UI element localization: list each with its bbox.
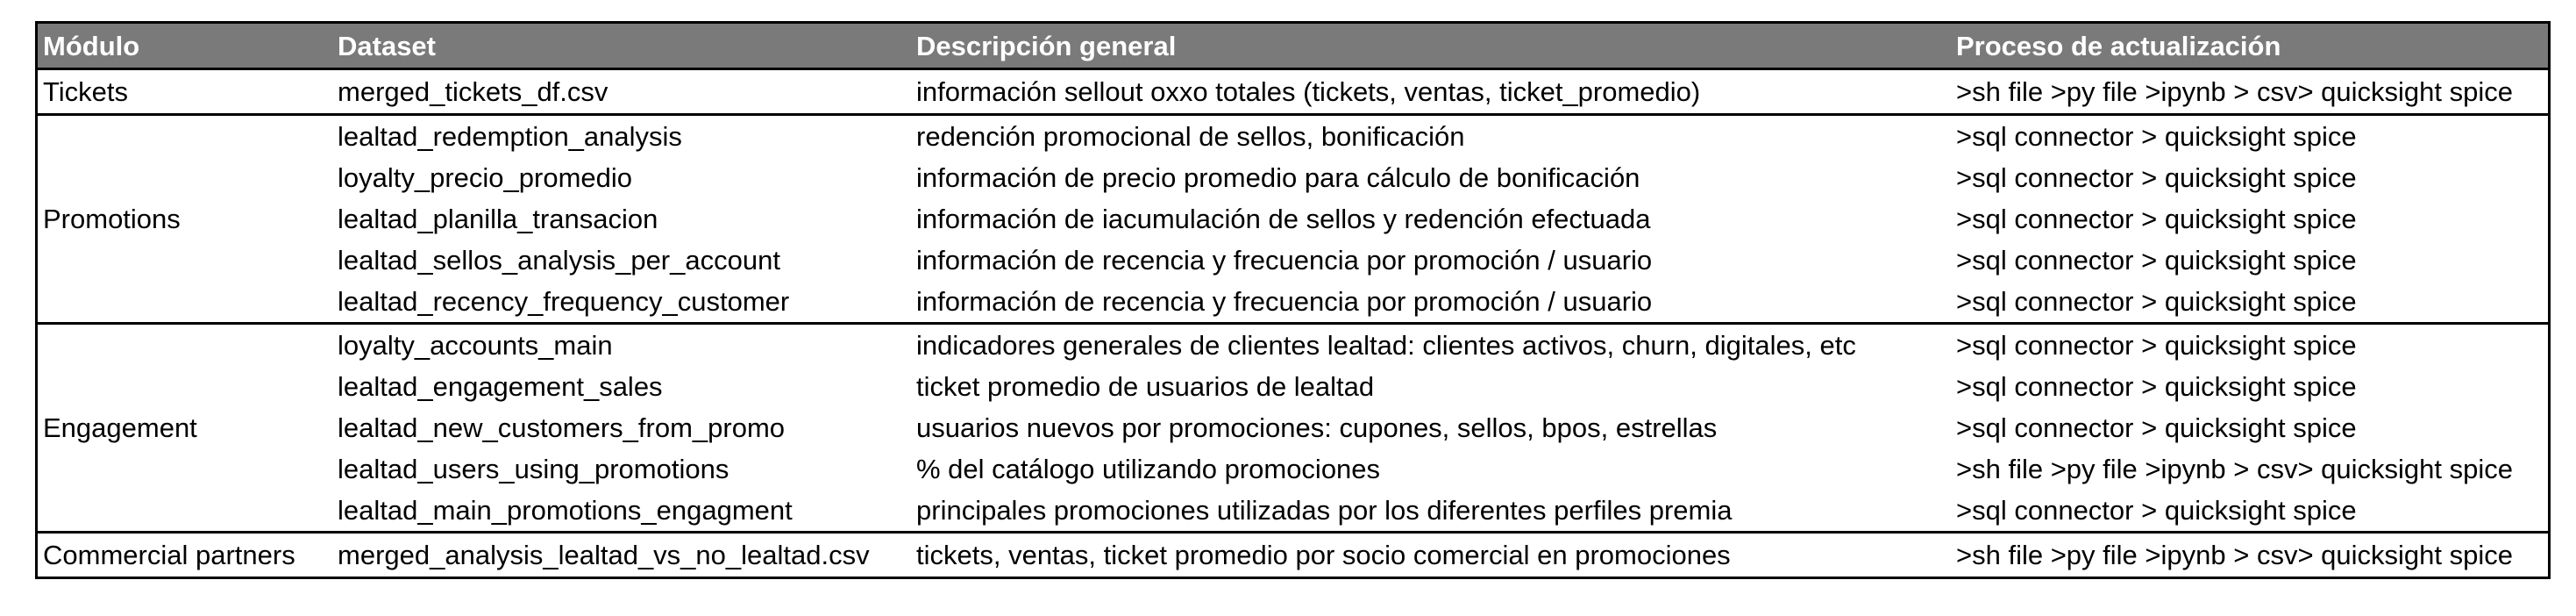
dataset-cell: lealtad_engagement_sales <box>338 371 663 402</box>
proceso-cell: >sql connector > quicksight spice <box>1956 495 2357 526</box>
dataset-cell: lealtad_recency_frequency_customer <box>338 286 790 317</box>
descripcion-cell: información de recencia y frecuencia por… <box>916 286 1653 317</box>
descripcion-cell: información de recencia y frecuencia por… <box>916 245 1653 276</box>
dataset-cell: lealtad_users_using_promotions <box>338 454 729 484</box>
table-row: lealtad_recency_frequency_customer infor… <box>332 281 2548 322</box>
dataset-cell: lealtad_redemption_analysis <box>338 121 682 152</box>
table-row: lealtad_main_promotions_engagment princi… <box>332 490 2548 531</box>
table-row: lealtad_engagement_sales ticket promedio… <box>332 366 2548 407</box>
table-row: loyalty_precio_promedio información de p… <box>332 157 2548 198</box>
header-modulo: Módulo <box>43 30 140 61</box>
proceso-cell: >sql connector > quicksight spice <box>1956 245 2357 276</box>
table-row: lealtad_planilla_transacion información … <box>332 198 2548 240</box>
group-tickets: Tickets merged_tickets_df.csv informació… <box>38 70 2548 116</box>
proceso-cell: >sql connector > quicksight spice <box>1956 121 2357 152</box>
table-row: lealtad_users_using_promotions % del cat… <box>332 448 2548 490</box>
table-row: lealtad_new_customers_from_promo usuario… <box>332 407 2548 448</box>
module-label: Tickets <box>43 75 129 107</box>
datasets-table: Módulo Dataset Descripción general Proce… <box>35 21 2551 579</box>
descripcion-cell: usuarios nuevos por promociones: cupones… <box>916 412 1718 443</box>
module-label: Commercial partners <box>43 539 295 570</box>
dataset-cell: loyalty_precio_promedio <box>338 162 633 193</box>
descripcion-cell: información de iacumulación de sellos y … <box>916 204 1651 234</box>
proceso-cell: >sh file >py file >ipynb > csv> quicksig… <box>1956 454 2513 484</box>
table-row: merged_tickets_df.csv información sellou… <box>332 70 2548 113</box>
descripcion-cell: % del catálogo utilizando promociones <box>916 454 1381 484</box>
proceso-cell: >sql connector > quicksight spice <box>1956 330 2357 361</box>
group-engagement: Engagement loyalty_accounts_main indicad… <box>38 325 2548 534</box>
descripcion-cell: indicadores generales de clientes lealta… <box>916 330 1856 361</box>
descripcion-cell: información de precio promedio para cálc… <box>916 162 1640 193</box>
dataset-cell: lealtad_main_promotions_engagment <box>338 495 793 526</box>
dataset-cell: lealtad_new_customers_from_promo <box>338 412 786 443</box>
dataset-cell: merged_analysis_lealtad_vs_no_lealtad.cs… <box>338 540 870 570</box>
group-commercial-partners: Commercial partners merged_analysis_leal… <box>38 534 2548 577</box>
proceso-cell: >sql connector > quicksight spice <box>1956 286 2357 317</box>
table-header: Módulo Dataset Descripción general Proce… <box>38 24 2548 70</box>
dataset-cell: merged_tickets_df.csv <box>338 76 608 107</box>
dataset-cell: lealtad_planilla_transacion <box>338 204 658 234</box>
module-label: Engagement <box>43 412 197 443</box>
descripcion-cell: principales promociones utilizadas por l… <box>916 495 1733 526</box>
table-row: lealtad_redemption_analysis redención pr… <box>332 116 2548 157</box>
table-row: merged_analysis_lealtad_vs_no_lealtad.cs… <box>332 534 2548 577</box>
proceso-cell: >sql connector > quicksight spice <box>1956 412 2357 443</box>
group-promotions: Promotions lealtad_redemption_analysis r… <box>38 116 2548 325</box>
header-dataset: Dataset <box>338 30 436 61</box>
proceso-cell: >sql connector > quicksight spice <box>1956 371 2357 402</box>
descripcion-cell: redención promocional de sellos, bonific… <box>916 121 1465 152</box>
module-label: Promotions <box>43 203 181 234</box>
proceso-cell: >sh file >py file >ipynb > csv> quicksig… <box>1956 76 2513 107</box>
dataset-cell: lealtad_sellos_analysis_per_account <box>338 245 780 276</box>
proceso-cell: >sh file >py file >ipynb > csv> quicksig… <box>1956 540 2513 570</box>
descripcion-cell: tickets, ventas, ticket promedio por soc… <box>916 540 1731 570</box>
header-descripcion: Descripción general <box>916 30 1177 61</box>
proceso-cell: >sql connector > quicksight spice <box>1956 162 2357 193</box>
table-row: lealtad_sellos_analysis_per_account info… <box>332 240 2548 281</box>
descripcion-cell: ticket promedio de usuarios de lealtad <box>916 371 1375 402</box>
header-proceso: Proceso de actualización <box>1956 30 2281 61</box>
descripcion-cell: información sellout oxxo totales (ticket… <box>916 76 1701 107</box>
proceso-cell: >sql connector > quicksight spice <box>1956 204 2357 234</box>
dataset-cell: loyalty_accounts_main <box>338 330 613 361</box>
table-row: loyalty_accounts_main indicadores genera… <box>332 325 2548 366</box>
